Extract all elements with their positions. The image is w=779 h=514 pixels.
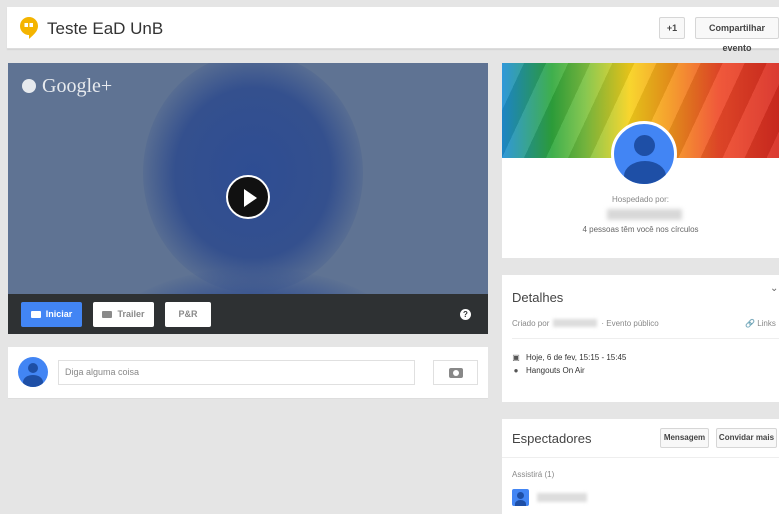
qa-button[interactable]: P&R xyxy=(165,302,211,327)
event-location-row: ● Hangouts On Air xyxy=(512,366,585,375)
links-button[interactable]: 🔗 Links xyxy=(745,319,776,328)
share-event-button[interactable]: Compartilhar evento xyxy=(695,17,779,53)
calendar-icon: ▣ xyxy=(512,353,520,362)
attendee-name-blurred[interactable] xyxy=(537,493,587,502)
viewers-title: Espectadores xyxy=(512,431,592,446)
host-card: Hospedado por: 4 pessoas têm você nos cí… xyxy=(502,63,779,258)
created-by: Criado por · Evento público xyxy=(512,319,659,328)
hangouts-watermark-icon xyxy=(22,79,36,93)
watermark-text: Google+ xyxy=(42,75,113,97)
hosted-by-label: Hospedado por: xyxy=(612,195,669,204)
viewers-card: Espectadores Mensagem Convidar mais Assi… xyxy=(502,419,779,514)
invite-more-button[interactable]: Convidar mais xyxy=(716,428,777,448)
details-title: Detalhes xyxy=(512,290,564,305)
divider xyxy=(512,338,779,339)
play-icon[interactable] xyxy=(226,175,270,219)
created-by-label: Criado por xyxy=(512,319,550,328)
camera-button[interactable] xyxy=(433,360,478,385)
event-date-row: ▣ Hoje, 6 de fev, 15:15 - 15:45 xyxy=(512,353,626,362)
camera-icon xyxy=(449,368,463,378)
hangouts-icon xyxy=(20,17,38,39)
location-pin-icon: ● xyxy=(513,366,519,375)
avatar xyxy=(18,357,48,387)
divider xyxy=(502,457,779,458)
details-card: Detalhes ⌄ Criado por · Evento público 🔗 … xyxy=(502,275,779,402)
event-date: Hoje, 6 de fev, 15:15 - 15:45 xyxy=(526,353,627,362)
start-button[interactable]: Iniciar xyxy=(21,302,82,327)
message-button[interactable]: Mensagem xyxy=(660,428,709,448)
links-label: Links xyxy=(757,319,776,328)
circles-count: 4 pessoas têm você nos círculos xyxy=(582,225,699,234)
visibility-label: · Evento público xyxy=(601,319,659,328)
event-title: Teste EaD UnB xyxy=(47,19,164,38)
google-plus-watermark: Google+ xyxy=(22,75,112,98)
event-location: Hangouts On Air xyxy=(526,366,585,375)
attendee-avatar[interactable] xyxy=(512,489,529,506)
plus-one-button[interactable]: +1 xyxy=(659,17,685,39)
event-header: Teste EaD UnB +1 Compartilhar evento xyxy=(7,7,779,53)
link-icon: 🔗 xyxy=(745,319,755,328)
trailer-label: Trailer xyxy=(117,309,145,319)
host-name-blurred[interactable] xyxy=(607,209,682,220)
creator-name-blurred[interactable] xyxy=(553,319,598,327)
host-avatar[interactable] xyxy=(611,121,677,187)
start-label: Iniciar xyxy=(45,309,73,319)
chevron-down-icon[interactable]: ⌄ xyxy=(770,283,778,294)
trailer-button[interactable]: Trailer xyxy=(93,302,154,327)
help-icon[interactable]: ? xyxy=(460,309,471,320)
video-controls: Iniciar Trailer P&R ? xyxy=(8,294,488,334)
attending-count: Assistirá (1) xyxy=(512,470,555,479)
comment-box: Diga alguma coisa xyxy=(8,347,488,399)
video-camera-icon xyxy=(30,311,41,318)
video-player[interactable]: Google+ xyxy=(8,63,488,333)
comment-input[interactable]: Diga alguma coisa xyxy=(58,360,415,385)
film-icon xyxy=(102,311,113,318)
